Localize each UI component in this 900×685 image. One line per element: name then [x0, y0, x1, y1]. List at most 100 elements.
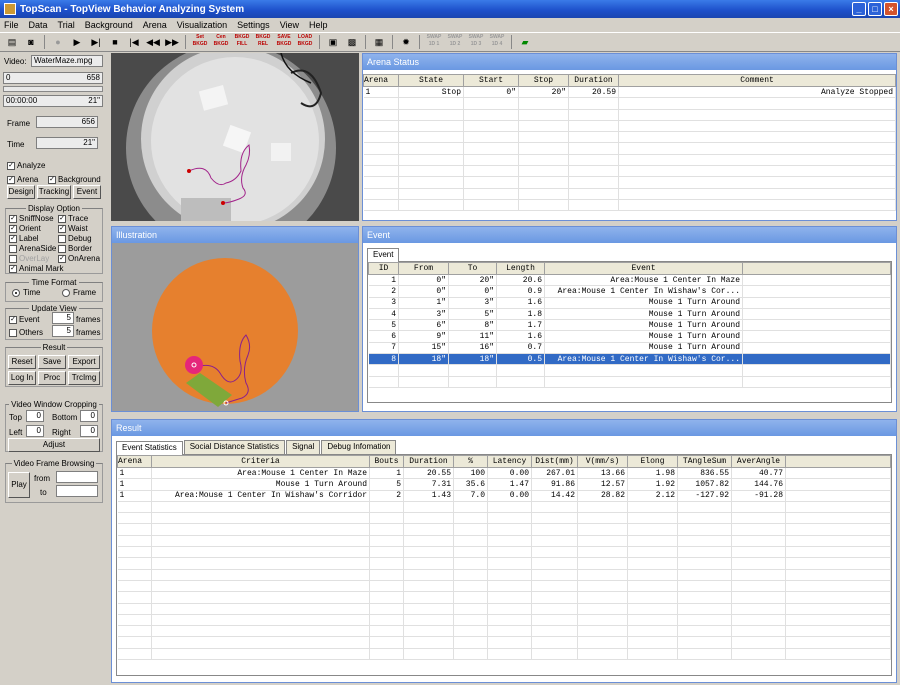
table-row[interactable]: 3 1" 3" 1.6 Mouse 1 Turn Around: [368, 297, 891, 309]
state-header[interactable]: State: [398, 74, 464, 87]
save-button[interactable]: Save: [38, 355, 66, 369]
length-header[interactable]: Length: [496, 262, 545, 275]
bkgd-rel-button[interactable]: BKGD REL: [254, 34, 272, 50]
overlay-checkbox[interactable]: OverLay: [9, 254, 49, 263]
event-button[interactable]: Event: [73, 185, 101, 199]
tab-event-statistics[interactable]: Event Statistics: [116, 441, 183, 455]
update-others-checkbox[interactable]: Others: [9, 328, 43, 337]
tab-event[interactable]: Event: [367, 248, 400, 262]
elong-header[interactable]: Elong: [627, 455, 678, 468]
tab-signal[interactable]: Signal: [286, 440, 321, 454]
menu-help[interactable]: Help: [309, 20, 328, 30]
minimize-button[interactable]: _: [852, 2, 866, 16]
frame-slider[interactable]: [3, 86, 103, 92]
background-checkbox[interactable]: ✓ Background: [48, 175, 101, 184]
menu-arena[interactable]: Arena: [143, 20, 167, 30]
border-checkbox[interactable]: Border: [58, 244, 92, 253]
percent-header[interactable]: %: [453, 455, 488, 468]
open-icon[interactable]: ▤: [4, 34, 20, 50]
car-icon[interactable]: ▰: [517, 34, 533, 50]
tracking-button[interactable]: Tracking: [37, 185, 71, 199]
table-row[interactable]: 1 Area:Mouse 1 Center In Wishaw's Corrido…: [117, 490, 891, 502]
swap-3-button[interactable]: SWAP 1D 3: [467, 34, 485, 50]
crop-right-input[interactable]: 0: [80, 425, 98, 437]
load-bkgd-button[interactable]: LOAD BKGD: [296, 34, 314, 50]
arenaside-checkbox[interactable]: ArenaSide: [9, 244, 56, 253]
export-image-icon[interactable]: ▦: [371, 34, 387, 50]
menu-trial[interactable]: Trial: [58, 20, 75, 30]
table-row[interactable]: 2 0" 0" 0.9 Area:Mouse 1 Center In Wishaw's …: [368, 285, 891, 298]
update-event-frames-input[interactable]: 5: [52, 312, 74, 324]
menu-view[interactable]: View: [280, 20, 299, 30]
menu-background[interactable]: Background: [85, 20, 133, 30]
export-button[interactable]: Export: [68, 355, 100, 369]
menu-visualization[interactable]: Visualization: [177, 20, 227, 30]
analyze-checkbox[interactable]: ✓ Analyze: [7, 161, 45, 170]
menu-file[interactable]: File: [4, 20, 19, 30]
table-row[interactable]: 7 15" 16" 0.7 Mouse 1 Turn Around: [368, 342, 891, 355]
step-forward-icon[interactable]: ▶|: [88, 34, 104, 50]
monitor-icon[interactable]: ▣: [325, 34, 341, 50]
arena-header[interactable]: Arena: [363, 74, 399, 87]
design-button[interactable]: Design: [7, 185, 35, 199]
menu-settings[interactable]: Settings: [237, 20, 270, 30]
velocity-header[interactable]: V(mm/s): [577, 455, 628, 468]
bkgd-fill-button[interactable]: BKGD FILL: [233, 34, 251, 50]
start-header[interactable]: Start: [463, 74, 519, 87]
label-checkbox[interactable]: ✓ Label: [9, 234, 39, 243]
window-title-bar[interactable]: TopScan - TopView Behavior Analyzing Sys…: [0, 0, 900, 18]
swap-1-button[interactable]: SWAP 1D 1: [425, 34, 443, 50]
cen-bkgd-button[interactable]: Cen BKGD: [212, 34, 230, 50]
proc-button[interactable]: Proc: [38, 371, 66, 385]
arena-checkbox[interactable]: ✓ Arena: [7, 175, 38, 184]
swap-4-button[interactable]: SWAP 1D 4: [488, 34, 506, 50]
from-header[interactable]: From: [398, 262, 449, 275]
arena-illustration[interactable]: [112, 243, 358, 411]
comment-header[interactable]: Comment: [618, 74, 896, 87]
criteria-header[interactable]: Criteria: [151, 455, 370, 468]
crop-left-input[interactable]: 0: [26, 425, 44, 437]
adjust-button[interactable]: Adjust: [8, 438, 100, 452]
trace-checkbox[interactable]: ✓ Trace: [58, 214, 88, 223]
maximize-button[interactable]: □: [868, 2, 882, 16]
update-others-frames-input[interactable]: 5: [52, 325, 74, 337]
duration-header[interactable]: Duration: [568, 74, 619, 87]
menu-data[interactable]: Data: [29, 20, 48, 30]
stop-header[interactable]: Stop: [518, 74, 569, 87]
debug-checkbox[interactable]: Debug: [58, 234, 92, 243]
video-view[interactable]: [111, 53, 359, 221]
tab-debug-information[interactable]: Debug Infomation: [321, 440, 397, 454]
orient-checkbox[interactable]: ✓ Orient: [9, 224, 41, 233]
close-button[interactable]: ×: [884, 2, 898, 16]
result-duration-header[interactable]: Duration: [403, 455, 454, 468]
play-button[interactable]: Play: [8, 472, 30, 498]
update-event-checkbox[interactable]: ✓ Event: [9, 315, 39, 324]
event-header[interactable]: Event: [544, 262, 743, 275]
to-header[interactable]: To: [448, 262, 497, 275]
set-bkgd-button[interactable]: Set BKGD: [191, 34, 209, 50]
animalmark-checkbox[interactable]: ✓ Animal Mark: [9, 264, 63, 273]
log-in-button[interactable]: Log In: [8, 371, 36, 385]
rewind-icon[interactable]: ◀◀: [145, 34, 161, 50]
table-row[interactable]: 1 Mouse 1 Turn Around 5 7.31 35.6 1.47 91.86 12…: [117, 478, 891, 491]
play-icon[interactable]: ▶: [69, 34, 85, 50]
fast-forward-icon[interactable]: ▶▶: [164, 34, 180, 50]
step-back-icon[interactable]: |◀: [126, 34, 142, 50]
waist-checkbox[interactable]: ✓ Waist: [58, 224, 88, 233]
onarena-checkbox[interactable]: ✓ OnArena: [58, 254, 100, 263]
id-header[interactable]: ID: [368, 262, 399, 275]
from-input[interactable]: [56, 471, 98, 483]
swap-2-button[interactable]: SWAP 1D 2: [446, 34, 464, 50]
record-icon[interactable]: ●: [50, 34, 66, 50]
trcimg-button[interactable]: TrcImg: [68, 371, 100, 385]
table-row[interactable]: 1 Area:Mouse 1 Center In Maze 1 20.55 100 0.0…: [117, 467, 891, 480]
tab-social-distance-statistics[interactable]: Social Distance Statistics: [183, 440, 286, 454]
crop-top-input[interactable]: 0: [26, 410, 44, 422]
time-format-frame-radio[interactable]: Frame: [62, 288, 96, 297]
tanglesum-header[interactable]: TAngleSum: [677, 455, 732, 468]
table-row[interactable]: 1 0" 20" 20.6 Area:Mouse 1 Center In Maze: [368, 274, 891, 287]
video-file-field[interactable]: WaterMaze.mpg: [31, 55, 103, 67]
reset-button[interactable]: Reset: [8, 355, 36, 369]
camera-icon[interactable]: ◙: [23, 34, 39, 50]
averangle-header[interactable]: AverAngle: [731, 455, 786, 468]
